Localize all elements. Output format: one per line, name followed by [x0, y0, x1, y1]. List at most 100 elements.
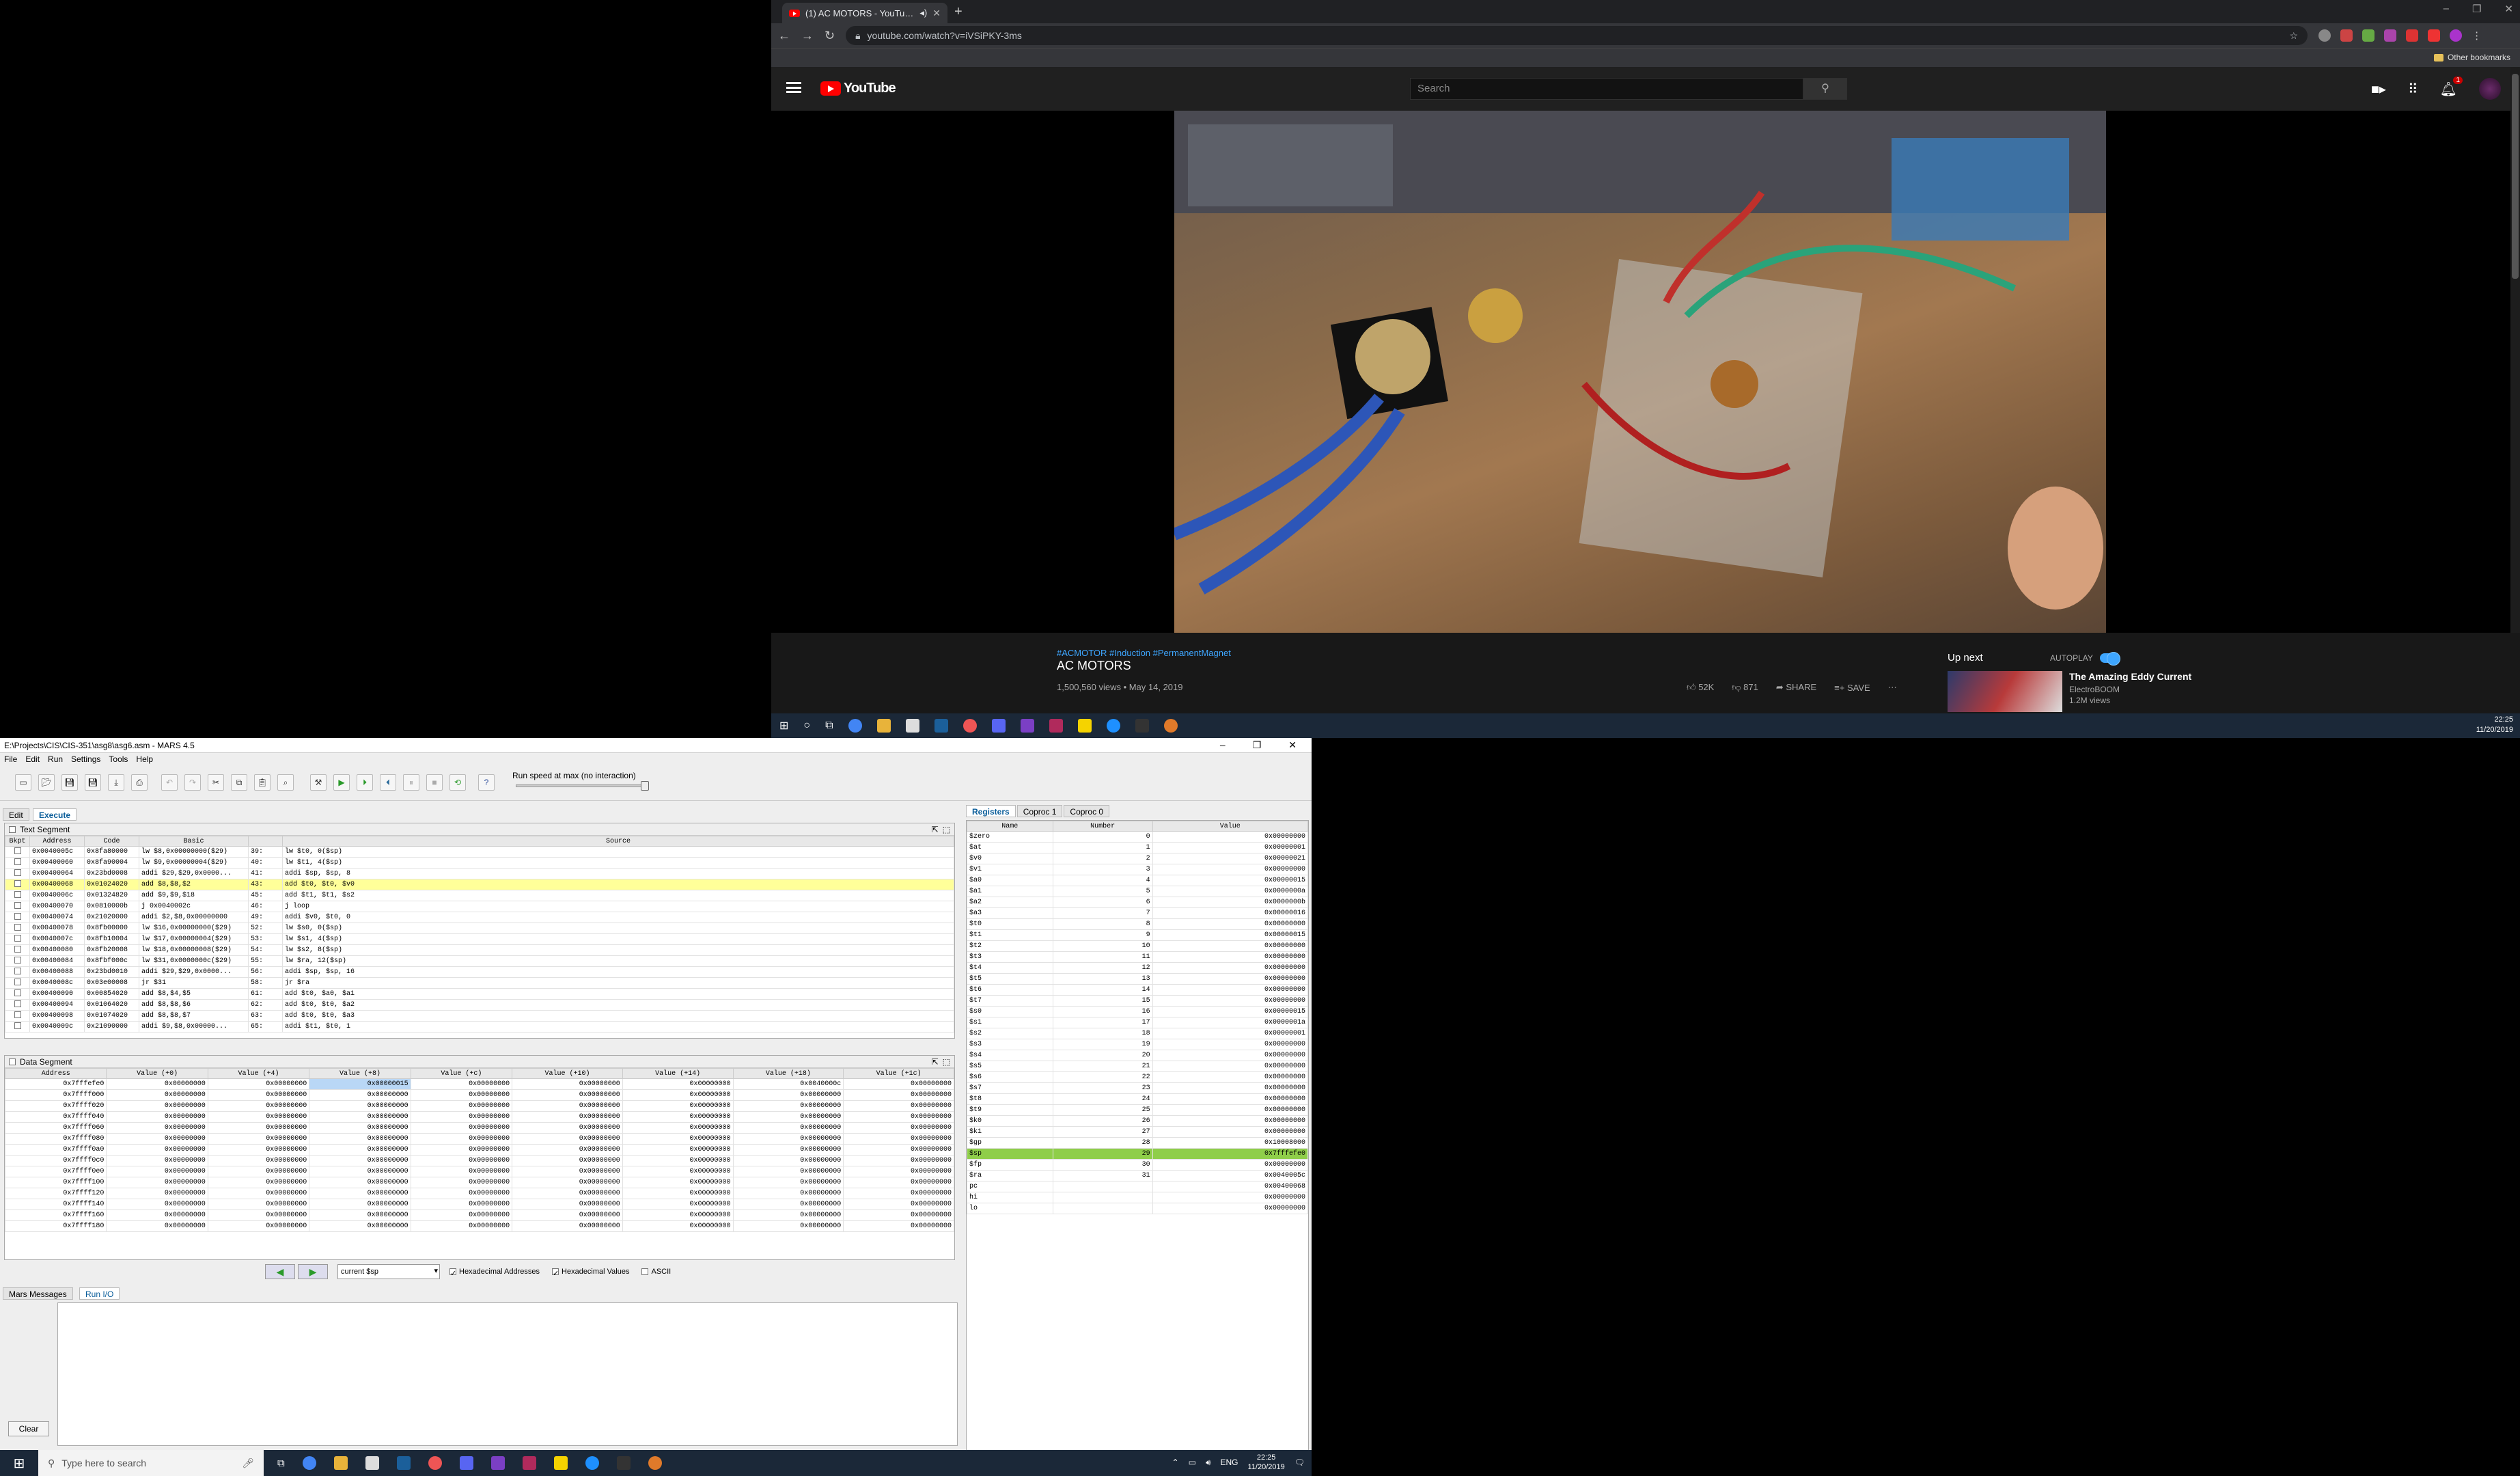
ascii-checkbox[interactable]: ASCII — [641, 1268, 671, 1276]
taskbar-clock[interactable]: 22:25 11/20/2019 — [1248, 1453, 1285, 1472]
data-value-cell[interactable]: 0x00000000 — [410, 1100, 513, 1112]
save-as-icon[interactable]: 💾︎ — [85, 774, 101, 791]
cut-icon[interactable]: ✂ — [208, 774, 224, 791]
tab-coproc1[interactable]: Coproc 1 — [1016, 805, 1063, 817]
register-value-cell[interactable]: 0x00000000 — [1152, 1050, 1309, 1061]
data-value-cell[interactable]: 0x00000000 — [622, 1220, 734, 1232]
data-value-cell[interactable]: 0x00000000 — [207, 1210, 310, 1221]
app-icon[interactable] — [1163, 719, 1178, 733]
data-value-cell[interactable]: 0x00000000 — [622, 1133, 734, 1145]
terminal-icon[interactable] — [1135, 719, 1149, 733]
extension-icon[interactable] — [2362, 29, 2375, 42]
like-button[interactable]: 👍︎ 52K — [1687, 682, 1714, 693]
data-value-cell[interactable]: 0x00000000 — [732, 1166, 844, 1177]
data-value-cell[interactable]: 0x00000000 — [622, 1155, 734, 1166]
data-value-cell[interactable]: 0x00000000 — [843, 1166, 954, 1177]
next-video-title[interactable]: The Amazing Eddy Current — [2069, 671, 2191, 682]
breakpoint-checkbox[interactable] — [5, 901, 30, 912]
data-value-cell[interactable]: 0x00000000 — [410, 1078, 513, 1090]
data-value-cell[interactable]: 0x00000000 — [106, 1188, 208, 1199]
undo-icon[interactable]: ↶ — [161, 774, 178, 791]
network-icon[interactable]: ▭ — [1189, 1458, 1196, 1467]
register-value-cell[interactable]: 0x00000000 — [1152, 1104, 1309, 1116]
tab-registers[interactable]: Registers — [966, 805, 1016, 817]
data-value-cell[interactable]: 0x00000000 — [309, 1188, 411, 1199]
checkbox-icon[interactable] — [14, 1000, 21, 1007]
data-value-cell[interactable]: 0x00000000 — [512, 1166, 623, 1177]
data-value-cell[interactable]: 0x00000000 — [732, 1133, 844, 1145]
segment-combo[interactable]: current $sp ▾ — [337, 1264, 440, 1279]
register-value-cell[interactable]: 0x00000000 — [1152, 1093, 1309, 1105]
task-view-icon[interactable]: ⧉ — [277, 1458, 285, 1469]
text-segment-row[interactable]: 0x00400074 0x21020000 addi $2,$8,0x0000000… — [5, 912, 954, 923]
text-segment-row[interactable]: 0x00400098 0x01074020 add $8,$8,$7 63: add $… — [5, 1010, 954, 1022]
discord-icon[interactable] — [459, 1456, 473, 1470]
breakpoint-checkbox[interactable] — [5, 912, 30, 923]
app-icon[interactable] — [585, 1456, 599, 1470]
bookmark-star-icon[interactable]: ☆ — [2290, 30, 2299, 42]
register-value-cell[interactable]: 0x10008000 — [1152, 1137, 1309, 1149]
register-value-cell[interactable]: 0x00000015 — [1152, 929, 1309, 941]
text-segment-row[interactable]: 0x00400094 0x01064020 add $8,$8,$6 62: add $… — [5, 999, 954, 1011]
data-value-cell[interactable]: 0x00000000 — [512, 1144, 623, 1156]
data-value-cell[interactable]: 0x00000000 — [512, 1133, 623, 1145]
data-value-cell[interactable]: 0x00000000 — [410, 1166, 513, 1177]
data-value-cell[interactable]: 0x00000000 — [207, 1144, 310, 1156]
file-explorer-icon[interactable] — [333, 1456, 348, 1470]
breakpoint-checkbox[interactable] — [5, 868, 30, 879]
step-icon[interactable]: ⏵ — [357, 774, 373, 791]
restore-panel-icon[interactable]: ⇱ — [932, 825, 939, 834]
checkbox-icon[interactable] — [14, 879, 21, 887]
data-value-cell[interactable]: 0x00000000 — [207, 1100, 310, 1112]
speaker-icon[interactable]: ◂) — [919, 8, 927, 18]
register-value-cell[interactable]: 0x00000000 — [1152, 973, 1309, 985]
breakpoint-checkbox[interactable] — [5, 944, 30, 956]
tab-coproc0[interactable]: Coproc 0 — [1064, 805, 1110, 817]
app-icon[interactable] — [1049, 719, 1063, 733]
clear-button[interactable]: Clear — [8, 1421, 49, 1436]
data-value-cell[interactable]: 0x00000000 — [512, 1111, 623, 1123]
steam-icon[interactable] — [396, 1456, 411, 1470]
volume-icon[interactable]: 🔊︎ — [1206, 1458, 1211, 1468]
close-icon[interactable]: ✕ — [2504, 3, 2513, 15]
register-value-cell[interactable]: 0x0000001a — [1152, 1017, 1309, 1028]
maximize-icon[interactable]: ❐ — [1253, 739, 1262, 751]
data-value-cell[interactable]: 0x00000000 — [732, 1220, 844, 1232]
data-value-cell[interactable]: 0x00000000 — [207, 1166, 310, 1177]
data-value-cell[interactable]: 0x00000000 — [512, 1220, 623, 1232]
data-value-cell[interactable]: 0x00000000 — [207, 1122, 310, 1134]
minimize-icon[interactable]: – — [1220, 739, 1226, 751]
next-arrow-icon[interactable]: ▶ — [298, 1264, 328, 1279]
data-value-cell[interactable]: 0x00000000 — [622, 1078, 734, 1090]
chevron-down-icon[interactable]: ▾ — [434, 1266, 438, 1275]
address-bar[interactable]: 🔒︎ youtube.com/watch?v=iVSiPKY-3ms ☆ — [846, 26, 2308, 45]
register-value-cell[interactable]: 0x00000000 — [1152, 864, 1309, 875]
close-icon[interactable]: ✕ — [1288, 739, 1297, 751]
checkbox-icon[interactable] — [14, 1022, 21, 1029]
text-segment-row[interactable]: 0x0040005c 0x8fa80000 lw $8,0x00000000($29… — [5, 846, 954, 858]
terminal-icon[interactable] — [616, 1456, 631, 1470]
checkbox-icon[interactable] — [14, 967, 21, 974]
text-segment-row[interactable]: 0x00400090 0x00854020 add $8,$4,$5 61: add $… — [5, 988, 954, 1000]
register-value-cell[interactable]: 0x00000000 — [1152, 1115, 1309, 1127]
extension-icon[interactable] — [2428, 29, 2441, 42]
data-value-cell[interactable]: 0x00000000 — [843, 1078, 954, 1090]
other-bookmarks[interactable]: Other bookmarks — [2433, 53, 2510, 62]
next-video-thumbnail[interactable] — [1948, 671, 2062, 712]
app-icon[interactable] — [428, 1456, 442, 1470]
tab-execute[interactable]: Execute — [33, 808, 77, 821]
breakpoint-checkbox[interactable] — [5, 977, 30, 989]
checkbox-icon[interactable] — [14, 945, 21, 953]
register-value-cell[interactable]: 0x00000000 — [1152, 1192, 1309, 1203]
taskbar-clock[interactable]: 22:25 11/20/2019 — [2476, 715, 2513, 735]
data-value-cell[interactable]: 0x00000000 — [410, 1144, 513, 1156]
close-tab-icon[interactable]: ✕ — [932, 8, 941, 19]
data-value-cell[interactable]: 0x00000000 — [622, 1111, 734, 1123]
data-value-cell[interactable]: 0x00000000 — [843, 1089, 954, 1101]
data-value-cell[interactable]: 0x00000000 — [732, 1177, 844, 1188]
data-value-cell[interactable]: 0x00000000 — [106, 1111, 208, 1123]
maximize-panel-icon[interactable]: ⬚ — [943, 1057, 950, 1067]
data-value-cell[interactable]: 0x00000000 — [843, 1122, 954, 1134]
checkbox-icon[interactable] — [14, 923, 21, 931]
checkbox-icon[interactable] — [14, 847, 21, 854]
